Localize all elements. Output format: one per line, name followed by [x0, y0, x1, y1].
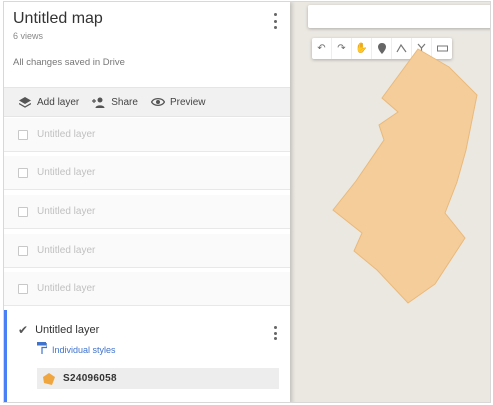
map-canvas[interactable]: ↶ ↷ ✋ — [290, 2, 490, 402]
map-title[interactable]: Untitled map — [13, 10, 103, 28]
layer-checkbox[interactable] — [18, 129, 28, 140]
layer-item[interactable]: Untitled layer — [4, 118, 290, 152]
paint-roller-icon — [37, 342, 48, 357]
legend-panel: Untitled map 6 views All changes saved i… — [4, 2, 290, 402]
preview-button[interactable]: Preview — [150, 95, 206, 109]
share-button[interactable]: Share — [92, 95, 138, 109]
layer-item[interactable]: Untitled layer — [4, 272, 290, 306]
layer-item[interactable]: Untitled layer — [4, 156, 290, 190]
layer-actions-bar: Add layer Share Preview — [4, 87, 290, 117]
app-window: ↶ ↷ ✋ Untitled map 6 views All changes s… — [3, 1, 491, 403]
layer-checkbox[interactable] — [18, 283, 28, 294]
layer-options-icon[interactable] — [270, 324, 280, 342]
layer-item[interactable]: Untitled layer — [4, 195, 290, 229]
add-layer-label: Add layer — [37, 96, 80, 108]
add-layer-icon — [18, 95, 32, 109]
preview-label: Preview — [169, 96, 206, 108]
layer-item[interactable]: Untitled layer — [4, 234, 290, 268]
active-layer-item[interactable]: ✔ Untitled layer Individual styles S2409… — [4, 310, 290, 402]
layer-label: Untitled layer — [37, 206, 96, 217]
polygon-icon — [43, 372, 55, 385]
layer-checkbox[interactable] — [18, 245, 28, 256]
save-status: All changes saved in Drive — [13, 57, 125, 68]
layer-checkbox[interactable] — [18, 206, 28, 217]
map-polygon[interactable] — [290, 2, 490, 402]
layer-label: Untitled layer — [37, 245, 96, 256]
eye-icon — [150, 95, 165, 109]
panel-header: Untitled map 6 views All changes saved i… — [4, 2, 290, 82]
more-options-icon[interactable] — [270, 11, 280, 31]
individual-styles-link[interactable]: Individual styles — [37, 342, 116, 357]
layer-label: Untitled layer — [37, 167, 96, 178]
checkbox-checked-icon[interactable]: ✔ — [18, 323, 28, 337]
add-layer-button[interactable]: Add layer — [18, 95, 79, 109]
active-layer-label[interactable]: Untitled layer — [35, 324, 99, 336]
view-count: 6 views — [13, 31, 44, 41]
layer-label: Untitled layer — [37, 283, 96, 294]
feature-label: S24096058 — [63, 373, 117, 384]
active-layer-header: ✔ Untitled layer — [18, 323, 99, 337]
layer-checkbox[interactable] — [18, 167, 28, 178]
individual-styles-label: Individual styles — [52, 344, 116, 355]
layer-label: Untitled layer — [37, 129, 96, 140]
feature-item[interactable]: S24096058 — [37, 368, 279, 389]
add-person-icon — [92, 95, 106, 109]
share-label: Share — [111, 96, 138, 108]
